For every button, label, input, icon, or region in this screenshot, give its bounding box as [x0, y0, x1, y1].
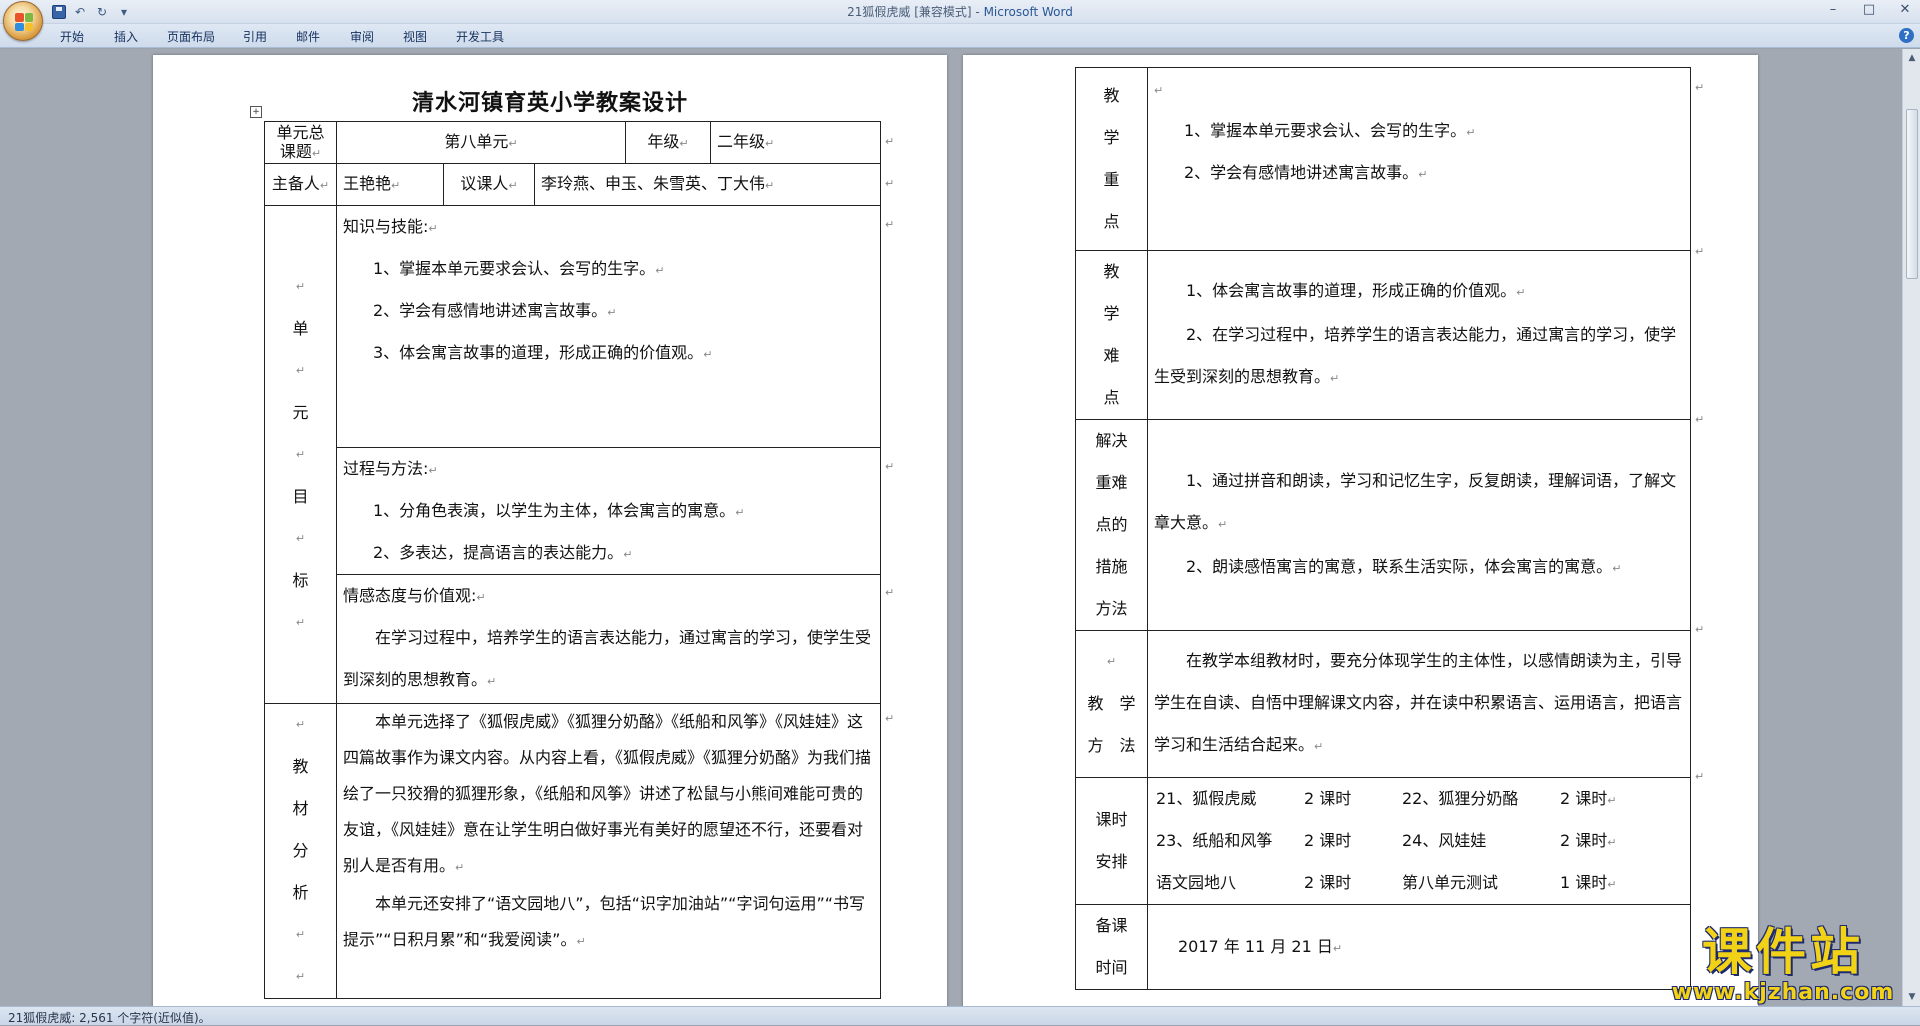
office-logo-icon	[15, 13, 33, 31]
key-points-cell[interactable]: ↵ 1、掌握本单元要求会认、会写的生字。↵ 2、学会有感情地讲述寓言故事。↵	[1147, 67, 1691, 251]
window-controls: – □ ✕	[1826, 2, 1912, 17]
tab-page-layout[interactable]: 页面布局	[167, 28, 215, 45]
knowledge-item: 3、体会寓言故事的道理，形成正确的价值观。↵	[373, 343, 713, 362]
tab-home[interactable]: 开始	[60, 28, 84, 45]
key-points-blank: ↵	[1154, 84, 1164, 97]
methods-text: 在教学本组教材时，要充分体现学生的主体性，以感情朗读为主，引导学生在自读、自悟中…	[1154, 651, 1683, 754]
row-end-mark: ↵	[885, 586, 895, 599]
measure-item: 1、通过拼音和朗读，学习和记忆生字，反复朗读，理解词语，了解文章大意。↵	[1154, 471, 1677, 532]
key-point-item: 2、学会有感情地讲述寓言故事。↵	[1184, 163, 1428, 182]
grade-label: 年级↵	[625, 121, 712, 164]
difficulty-item: 2、在学习过程中，培养学生的语言表达能力，通过寓言的学习，使学生受到深刻的思想教…	[1154, 325, 1677, 386]
row-end-mark: ↵	[1695, 623, 1705, 636]
row-end-mark: ↵	[885, 712, 895, 725]
teaching-methods-label: ↵ 教 学 方 法	[1075, 630, 1148, 778]
difficulties-label: 教 学 难 点	[1075, 250, 1148, 420]
emotion-values-cell[interactable]: 情感态度与价值观:↵ 在学习过程中，培养学生的语言表达能力，通过寓言的学习，使学…	[335, 574, 882, 704]
reviewers-value[interactable]: 李玲燕、申玉、朱雪英、丁大伟↵	[533, 163, 882, 206]
schedule-row: 23、纸船和风筝 2 课时 24、风娃娃 2 课时↵	[1156, 831, 1617, 850]
row-end-mark: ↵	[1695, 245, 1705, 258]
key-point-item: 1、掌握本单元要求会认、会写的生字。↵	[1184, 121, 1476, 140]
title-bar: ↶ ↻ ▾ 21狐假虎威 [兼容模式] - Microsoft Word – □…	[0, 0, 1920, 24]
vertical-scrollbar[interactable]: ▲ ▼	[1902, 49, 1920, 1006]
schedule-cell[interactable]: 21、狐假虎威 2 课时 22、狐狸分奶酪 2 课时↵ 23、纸船和风筝 2 课时 24、…	[1147, 777, 1691, 905]
grade-value[interactable]: 二年级↵	[710, 121, 882, 164]
knowledge-heading: 知识与技能:↵	[343, 217, 438, 236]
row-end-mark: ↵	[1695, 770, 1705, 783]
tab-references[interactable]: 引用	[243, 28, 267, 45]
difficulty-item: 1、体会寓言故事的道理，形成正确的价值观。↵	[1186, 281, 1526, 300]
document-name: 21狐假虎威 [兼容模式] -	[847, 5, 984, 19]
page-2[interactable]: 教 学 重 点 ↵ 1、掌握本单元要求会认、会写的生字。↵ 2、学会有感情地讲述…	[963, 55, 1758, 1006]
window-title: 21狐假虎威 [兼容模式] - Microsoft Word	[0, 3, 1920, 20]
close-button[interactable]: ✕	[1898, 2, 1912, 17]
site-watermark: 课件站 www.kjzhan.com	[1668, 924, 1898, 1005]
tab-developer[interactable]: 开发工具	[456, 28, 504, 45]
page-title: 清水河镇育英小学教案设计	[411, 91, 688, 116]
app-name: Microsoft Word	[983, 5, 1073, 19]
teaching-methods-cell[interactable]: 在教学本组教材时，要充分体现学生的主体性，以感情朗读为主，引导学生在自读、自悟中…	[1147, 630, 1691, 778]
minimize-button[interactable]: –	[1826, 2, 1840, 17]
process-methods-cell[interactable]: 过程与方法:↵ 1、分角色表演，以学生为主体，体会寓言的寓意。↵ 2、多表达，提…	[335, 447, 882, 575]
schedule-label: 课时 安排	[1075, 777, 1148, 905]
row-end-mark: ↵	[1695, 81, 1705, 94]
maximize-button[interactable]: □	[1862, 2, 1876, 17]
lead-teacher-label: 主备人↵	[264, 163, 337, 206]
prep-time-label: 备课 时间	[1075, 904, 1148, 990]
emotion-heading: 情感态度与价值观:↵	[343, 586, 486, 605]
row-end-mark: ↵	[885, 135, 895, 148]
knowledge-item: 1、掌握本单元要求会认、会写的生字。↵	[373, 259, 665, 278]
row-end-mark: ↵	[885, 218, 895, 231]
measure-item: 2、朗读感悟寓言的寓意，联系生活实际，体会寓言的寓意。↵	[1186, 557, 1622, 576]
lesson-plan-table-1: 单元总课题↵ 第八单元↵ 年级↵ 二年级↵ 主备人↵ 王艳艳↵ 议课人↵ 李玲燕…	[264, 121, 882, 999]
measures-cell[interactable]: 1、通过拼音和朗读，学习和记忆生字，反复朗读，理解词语，了解文章大意。↵ 2、朗…	[1147, 419, 1691, 631]
scroll-down-icon[interactable]: ▼	[1903, 992, 1920, 1002]
help-icon[interactable]: ?	[1899, 28, 1914, 43]
watermark-url: www.kjzhan.com	[1671, 980, 1895, 1005]
tab-insert[interactable]: 插入	[114, 28, 138, 45]
word-count[interactable]: 21狐假虎威: 2,561 个字符(近似值)。	[8, 1009, 211, 1026]
tab-mailings[interactable]: 邮件	[296, 28, 320, 45]
table-move-handle[interactable]: +	[250, 106, 262, 118]
scrollbar-thumb[interactable]	[1906, 109, 1918, 279]
row-end-mark: ↵	[1695, 413, 1705, 426]
unit-label: 单元总课题↵	[264, 121, 337, 164]
analysis-paragraph: 本单元选择了《狐假虎威》《狐狸分奶酪》《纸船和风筝》《风娃娃》这四篇故事作为课文…	[343, 712, 872, 875]
unit-value[interactable]: 第八单元↵	[335, 121, 627, 164]
process-item: 1、分角色表演，以学生为主体，体会寓言的寓意。↵	[373, 501, 745, 520]
reviewers-label: 议课人↵	[443, 163, 535, 206]
lesson-plan-table-2: 教 学 重 点 ↵ 1、掌握本单元要求会认、会写的生字。↵ 2、学会有感情地讲述…	[1075, 67, 1691, 990]
office-button[interactable]	[3, 1, 43, 41]
key-points-label: 教 学 重 点	[1075, 67, 1148, 251]
process-heading: 过程与方法:↵	[343, 459, 438, 478]
material-analysis-cell[interactable]: 本单元选择了《狐假虎威》《狐狸分奶酪》《纸船和风筝》《风娃娃》这四篇故事作为课文…	[335, 703, 882, 999]
material-analysis-label: ↵ 教 材 分 析 ↵ ↵	[264, 703, 337, 999]
schedule-row: 语文园地八 2 课时 第八单元测试 1 课时↵	[1156, 873, 1617, 892]
page-1[interactable]: 清水河镇育英小学教案设计 + 单元总课题↵ 第八单元↵ 年级↵ 二年级↵ 主备人…	[153, 55, 947, 1006]
document-workspace: 清水河镇育英小学教案设计 + 单元总课题↵ 第八单元↵ 年级↵ 二年级↵ 主备人…	[0, 49, 1902, 1006]
process-item: 2、多表达，提高语言的表达能力。↵	[373, 543, 633, 562]
watermark-brand: 课件站	[1702, 923, 1864, 981]
lead-teacher-value[interactable]: 王艳艳↵	[336, 163, 444, 206]
knowledge-skills-cell[interactable]: 知识与技能:↵ 1、掌握本单元要求会认、会写的生字。↵ 2、学会有感情地讲述寓言…	[335, 205, 882, 448]
prep-time-cell[interactable]: 2017 年 11 月 21 日↵	[1147, 904, 1691, 990]
row-end-mark: ↵	[885, 177, 895, 190]
measures-label: 解决 重难 点的 措施 方法	[1075, 419, 1148, 631]
row-end-mark: ↵	[885, 460, 895, 473]
unit-goals-label: ↵ 单 ↵ 元 ↵ 目 ↵ 标 ↵	[264, 205, 337, 704]
status-bar: 21狐假虎威: 2,561 个字符(近似值)。	[0, 1006, 1920, 1025]
scroll-up-icon[interactable]: ▲	[1903, 53, 1920, 63]
tab-view[interactable]: 视图	[403, 28, 427, 45]
ribbon-tabs: 开始 插入 页面布局 引用 邮件 审阅 视图 开发工具	[0, 24, 1920, 48]
schedule-row: 21、狐假虎威 2 课时 22、狐狸分奶酪 2 课时↵	[1156, 789, 1617, 808]
difficulties-cell[interactable]: 1、体会寓言故事的道理，形成正确的价值观。↵ 2、在学习过程中，培养学生的语言表…	[1147, 250, 1691, 420]
analysis-paragraph: 本单元还安排了“语文园地八”，包括“识字加油站”“字词句运用”“书写提示”“日积…	[343, 894, 866, 949]
emotion-text: 在学习过程中，培养学生的语言表达能力，通过寓言的学习，使学生受到深刻的思想教育。…	[343, 628, 872, 689]
tab-review[interactable]: 审阅	[350, 28, 374, 45]
knowledge-item: 2、学会有感情地讲述寓言故事。↵	[373, 301, 617, 320]
